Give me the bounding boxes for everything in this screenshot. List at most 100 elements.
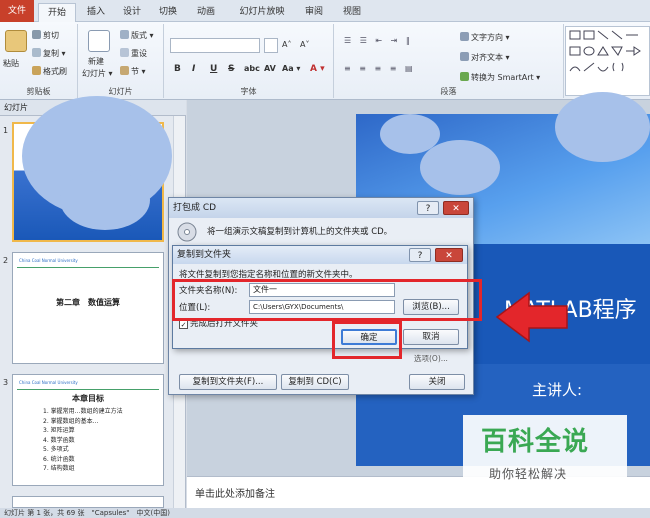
highlight-box-fields — [172, 279, 482, 321]
copy-icon — [32, 48, 41, 57]
format-painter-button[interactable]: 格式刷 — [32, 66, 67, 77]
help-button[interactable]: ? — [409, 248, 431, 262]
dialog-description: 将一组演示文稿复制到计算机上的文件夹或 CD。 — [207, 227, 393, 237]
layout-button[interactable]: 版式 ▾ — [120, 30, 154, 41]
tab-slideshow[interactable]: 幻灯片放映 — [232, 3, 292, 22]
cd-icon — [177, 222, 197, 242]
checkbox-checked-icon: ✓ — [179, 320, 188, 329]
new-slide-button[interactable]: 新建 — [88, 56, 104, 67]
list-item: 1. 掌握常用…数组的建立方法 — [43, 408, 123, 415]
paste-icon — [5, 30, 27, 52]
grow-font-button[interactable]: A˄ — [282, 40, 291, 49]
new-slide-dropdown[interactable]: 幻灯片 ▾ — [82, 68, 113, 79]
university-logo: China Coal Normal University — [19, 258, 78, 263]
group-label-paragraph: 段落 — [440, 87, 457, 96]
slide2-title: 第二章 数值运算 — [56, 298, 120, 307]
layout-icon — [120, 30, 129, 39]
char-spacing-button[interactable]: AV — [264, 64, 276, 73]
list-item: 4. 数学函数 — [43, 436, 75, 444]
underline-button[interactable]: U — [210, 64, 217, 74]
list-buttons[interactable]: ☰ ☰ ⇤ ⇥ ‖ — [344, 36, 413, 45]
tab-view[interactable]: 视图 — [336, 3, 368, 22]
list-item: 5. 多项式 — [43, 446, 69, 453]
slide3-list: 1. 掌握常用…数组的建立方法 2. 掌握数组的基本… 3. 矩阵运算 4. 数… — [43, 407, 123, 474]
tab-home[interactable]: 开始 — [38, 3, 76, 22]
watermark-subtitle: 助你轻松解决 — [489, 467, 568, 481]
copy-button[interactable]: 复制 ▾ — [32, 48, 66, 59]
watermark-title: 百科全说 — [481, 427, 590, 457]
shadow-button[interactable]: abc — [244, 64, 260, 73]
slide3-title: 本章目标 — [72, 394, 104, 403]
reset-button[interactable]: 重设 — [120, 48, 147, 59]
list-item: 6. 统计函数 — [43, 455, 75, 463]
slide-thumbnail-2[interactable]: China Coal Normal University 第二章 数值运算 — [12, 252, 164, 364]
list-item: 7. 结构数组 — [43, 465, 75, 472]
align-text-icon — [460, 52, 469, 61]
tab-transitions[interactable]: 切换 — [152, 3, 184, 22]
options-link[interactable]: 选项(O)... — [414, 353, 448, 364]
redaction-blob — [380, 114, 440, 154]
text-direction-icon — [460, 32, 469, 41]
strikethrough-button[interactable]: S — [228, 64, 234, 74]
close-button[interactable]: ✕ — [443, 201, 469, 215]
scissors-icon — [32, 30, 41, 39]
font-color-button[interactable]: A ▾ — [310, 64, 325, 74]
slide-speaker-label[interactable]: 主讲人: — [532, 379, 582, 400]
align-text-button[interactable]: 对齐文本 ▾ — [460, 52, 510, 63]
tab-insert[interactable]: 插入 — [80, 3, 112, 22]
font-family-combo[interactable] — [170, 38, 260, 53]
shapes-gallery[interactable] — [565, 26, 650, 96]
help-button[interactable]: ? — [417, 201, 439, 215]
group-clipboard: 粘贴 剪切 复制 ▾ 格式刷 剪贴板 — [0, 24, 78, 98]
italic-button[interactable]: I — [192, 64, 195, 74]
group-paragraph: ☰ ☰ ⇤ ⇥ ‖ ≡ ≡ ≡ ≡ ▤ 文字方向 ▾ 对齐文本 ▾ 转换为 Sm… — [334, 24, 564, 98]
red-arrow-icon — [495, 291, 568, 343]
brush-icon — [32, 66, 41, 75]
group-slides: 新建 幻灯片 ▾ 版式 ▾ 重设 节 ▾ 幻灯片 — [78, 24, 164, 98]
tab-review[interactable]: 审阅 — [298, 3, 330, 22]
change-case-button[interactable]: Aa ▾ — [282, 64, 300, 73]
divider — [17, 267, 159, 268]
tab-animations[interactable]: 动画 — [190, 3, 222, 22]
redaction-blob — [60, 170, 150, 230]
group-font: A˄ A˅ B I U S abc AV Aa ▾ A ▾ 字体 — [164, 24, 334, 98]
copy-to-cd-button[interactable]: 复制到 CD(C) — [281, 374, 349, 390]
slide-number: 2 — [3, 256, 9, 265]
close-dialog-button[interactable]: 关闭 — [409, 374, 465, 390]
list-item: 2. 掌握数组的基本… — [43, 417, 99, 425]
align-buttons[interactable]: ≡ ≡ ≡ ≡ ▤ — [344, 64, 416, 73]
status-bar: 幻灯片 第 1 张，共 69 张 "Capsules" 中文(中国) — [0, 508, 650, 518]
reset-icon — [120, 48, 129, 57]
slide-thumbnail-3[interactable]: China Coal Normal University 本章目标 1. 掌握常… — [12, 374, 164, 486]
section-icon — [120, 66, 129, 75]
smartart-icon — [460, 72, 469, 81]
slide-thumbnail-4[interactable] — [12, 496, 164, 508]
watermark: 百科全说 助你轻松解决 — [463, 415, 627, 489]
shrink-font-button[interactable]: A˅ — [300, 40, 309, 49]
tab-file[interactable]: 文件 — [0, 0, 34, 22]
section-button[interactable]: 节 ▾ — [120, 66, 146, 77]
divider — [17, 389, 159, 390]
close-button[interactable]: ✕ — [435, 248, 463, 262]
ribbon: 粘贴 剪切 复制 ▾ 格式刷 剪贴板 新建 幻灯片 ▾ 版式 ▾ 重设 节 ▾ … — [0, 22, 650, 100]
bold-button[interactable]: B — [174, 64, 181, 74]
cancel-button[interactable]: 取消 — [403, 329, 459, 345]
list-item: 3. 矩阵运算 — [43, 427, 75, 434]
cut-button[interactable]: 剪切 — [32, 30, 59, 41]
redaction-blob — [420, 140, 500, 195]
paste-button[interactable]: 粘贴 — [3, 58, 19, 69]
slide-number: 1 — [3, 126, 9, 135]
smartart-button[interactable]: 转换为 SmartArt ▾ — [460, 72, 540, 83]
font-size-combo[interactable] — [264, 38, 278, 53]
group-label-clipboard: 剪贴板 — [26, 87, 51, 96]
university-logo: China Coal Normal University — [19, 380, 78, 385]
text-direction-button[interactable]: 文字方向 ▾ — [460, 32, 510, 43]
shapes-icon — [569, 30, 641, 72]
new-slide-icon — [88, 30, 110, 52]
ribbon-tab-bar: 文件 开始 插入 设计 切换 动画 幻灯片放映 审阅 视图 — [0, 0, 650, 22]
redaction-blob — [555, 92, 650, 162]
tab-design[interactable]: 设计 — [116, 3, 148, 22]
copy-to-folder-button[interactable]: 复制到文件夹(F)... — [179, 374, 277, 390]
highlight-box-ok — [332, 321, 402, 359]
slide-number: 3 — [3, 378, 9, 387]
